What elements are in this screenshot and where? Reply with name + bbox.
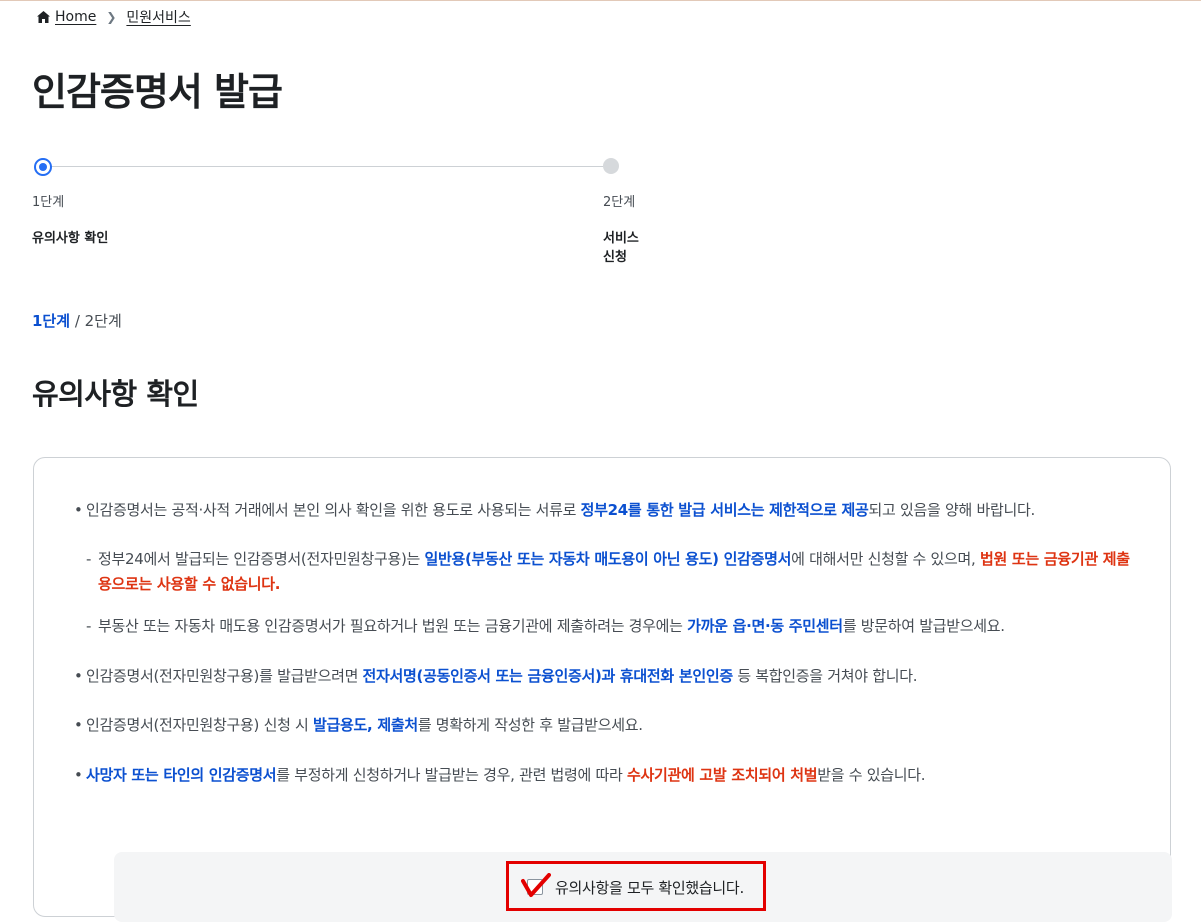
stepper-line: [44, 166, 612, 167]
notice-emphasis: 전자서명(공동인증서 또는 금융인증서)과 휴대전화 본인인증: [362, 667, 734, 685]
notice-text: 를 명확하게 작성한 후 발급받으세요.: [417, 716, 643, 734]
notice-text: 받을 수 있습니다.: [817, 766, 926, 784]
step-1-active-dot: [34, 158, 52, 176]
notice-emphasis: 발급용도, 제출처: [313, 716, 418, 734]
chevron-right-icon: ❯: [106, 10, 117, 24]
notice-subitem: 정부24에서 발급되는 인감증명서(전자민원창구용)는 일반용(부동산 또는 자…: [86, 547, 1136, 597]
notice-warning: 수사기관에 고발 조치되어 처벌: [627, 766, 818, 784]
confirm-highlight-box: 유의사항을 모두 확인했습니다.: [506, 861, 766, 911]
notice-text: 부동산 또는 자동차 매도용 인감증명서가 필요하거나 법원 또는 금융기관에 …: [98, 617, 688, 635]
step-1-name: 유의사항 확인: [32, 231, 109, 246]
total-steps: 2단계: [84, 312, 122, 330]
notice-text: 되고 있음을 양해 바랍니다.: [868, 501, 1036, 519]
notice-item: 인감증명서(전자민원창구용)를 발급받으려면 전자서명(공동인증서 또는 금융인…: [74, 664, 1134, 689]
notice-emphasis: 가까운 읍·면·동 주민센터: [687, 617, 843, 635]
notice-item: 인감증명서는 공적·사적 거래에서 본인 의사 확인을 위한 용도로 사용되는 …: [74, 498, 1134, 523]
step-separator: /: [70, 312, 85, 330]
notice-text: 정부24에서 발급되는 인감증명서(전자민원창구용)는: [98, 550, 425, 568]
page-title: 인감증명서 발급: [32, 70, 283, 114]
section-title: 유의사항 확인: [32, 377, 199, 411]
notice-emphasis: 정부24를 통한 발급 서비스는 제한적으로 제공: [580, 501, 869, 519]
step-2-number: 2단계: [603, 195, 636, 210]
notice-box: 인감증명서는 공적·사적 거래에서 본인 의사 확인을 위한 용도로 사용되는 …: [33, 457, 1172, 922]
notice-text: 를 부정하게 신청하거나 발급받는 경우, 관련 법령에 따라: [276, 766, 627, 784]
notice-text: 등 복합인증을 거쳐야 합니다.: [732, 667, 918, 685]
breadcrumb: Home ❯ 민원서비스: [37, 7, 191, 27]
notice-text: 를 방문하여 발급받으세요.: [842, 617, 1005, 635]
notice-item: 사망자 또는 타인의 인감증명서를 부정하게 신청하거나 발급받는 경우, 관련…: [74, 763, 1134, 788]
step-2-inactive-dot: [603, 158, 619, 174]
step-2-name: 서비스 신청: [603, 231, 639, 265]
checkmark-icon: [521, 873, 551, 897]
step-1-number: 1단계: [32, 195, 65, 210]
notice-item: 인감증명서(전자민원창구용) 신청 시 발급용도, 제출처를 명확하게 작성한 …: [74, 713, 1134, 738]
notice-text: 인감증명서는 공적·사적 거래에서 본인 의사 확인을 위한 용도로 사용되는 …: [86, 501, 581, 519]
step-indicator: 1단계 / 2단계: [32, 310, 122, 331]
notice-emphasis: 사망자 또는 타인의 인감증명서: [86, 766, 277, 784]
notice-text: 인감증명서(전자민원창구용)를 발급받으려면: [86, 667, 363, 685]
notice-emphasis: 일반용(부동산 또는 자동차 매도용이 아닌 용도) 인감증명서: [424, 550, 792, 568]
notice-text: 에 대해서만 신청할 수 있으며,: [791, 550, 980, 568]
notice-subitem: 부동산 또는 자동차 매도용 인감증명서가 필요하거나 법원 또는 금융기관에 …: [86, 614, 1136, 639]
notice-text: 인감증명서(전자민원창구용) 신청 시: [86, 716, 314, 734]
confirm-label[interactable]: 유의사항을 모두 확인했습니다.: [555, 877, 744, 898]
current-step: 1단계: [32, 312, 71, 330]
confirm-area: 유의사항을 모두 확인했습니다.: [114, 852, 1172, 922]
progress-stepper: 1단계 유의사항 확인 2단계 서비스 신청: [32, 156, 652, 265]
home-icon: [37, 11, 50, 23]
breadcrumb-current-link[interactable]: 민원서비스: [126, 7, 190, 27]
breadcrumb-home-link[interactable]: Home: [55, 9, 96, 25]
